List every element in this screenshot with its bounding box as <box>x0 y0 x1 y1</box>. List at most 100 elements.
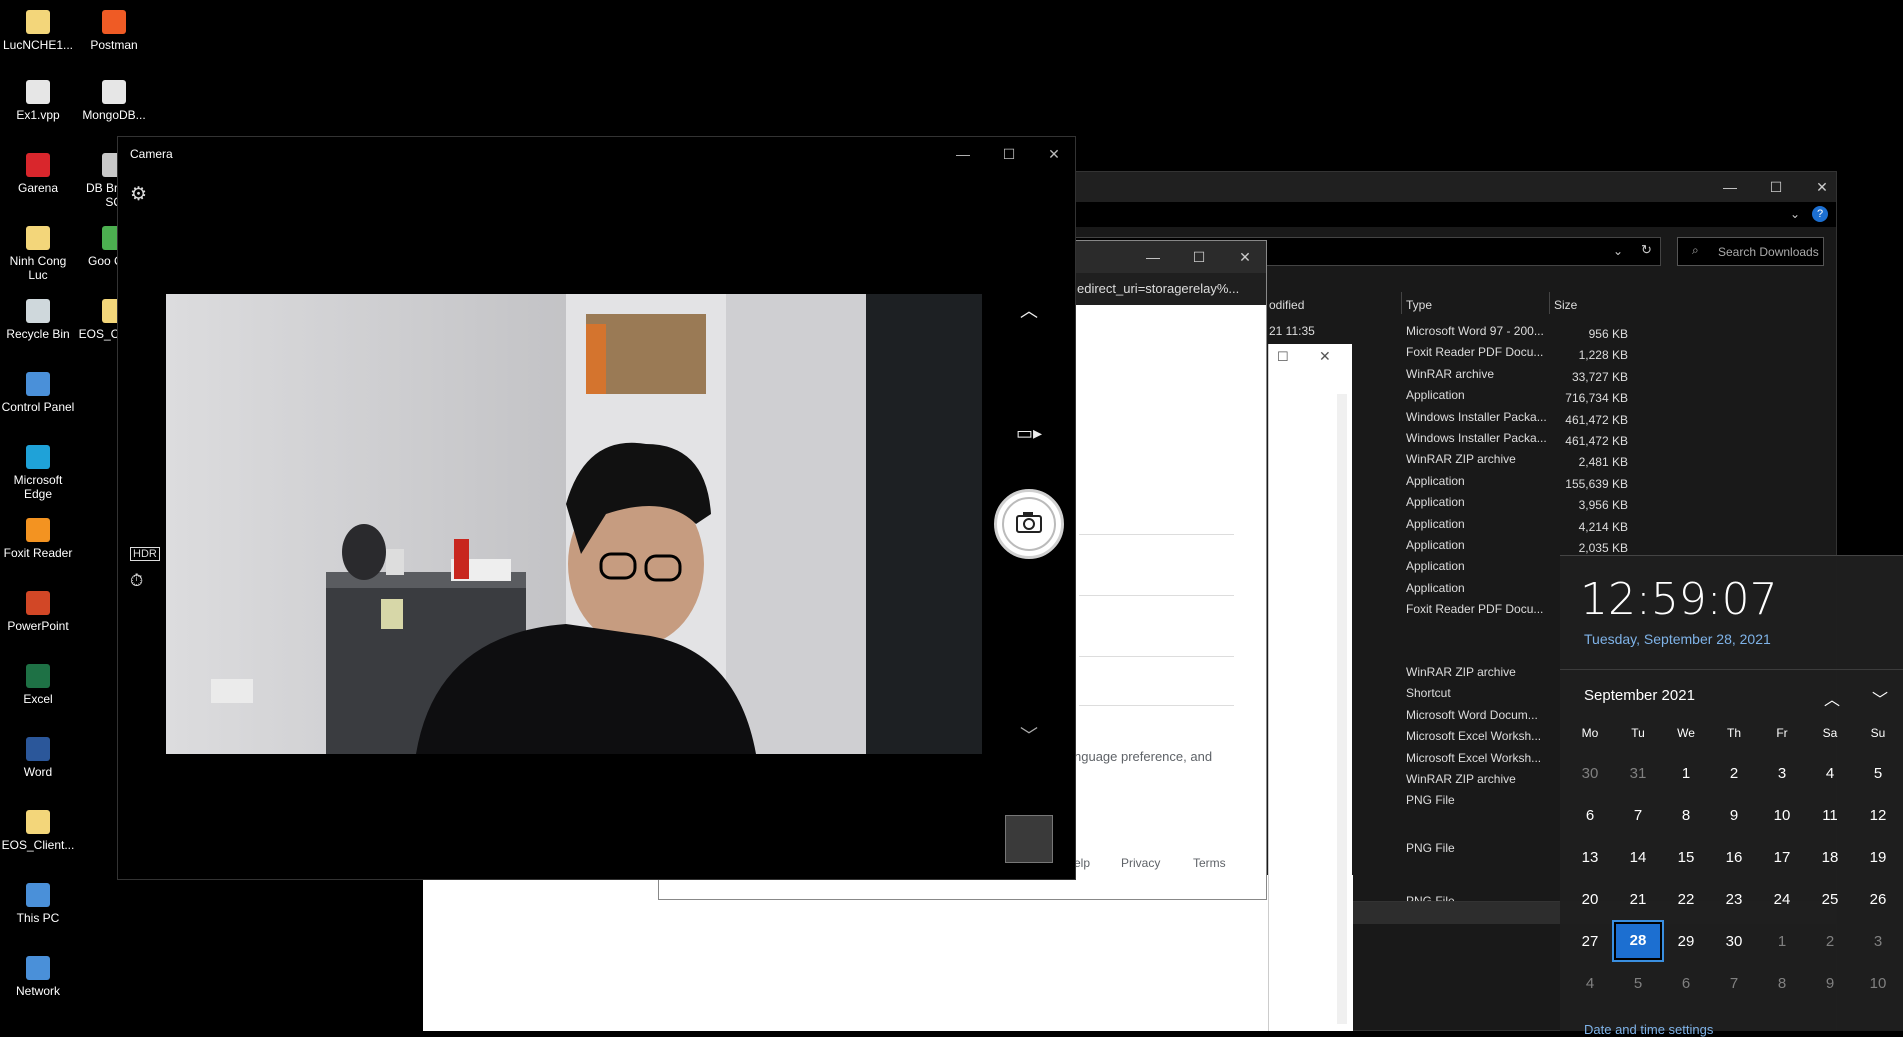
calendar-day[interactable]: 21 <box>1614 891 1662 908</box>
calendar-day[interactable]: 11 <box>1806 807 1854 824</box>
calendar-day[interactable]: 6 <box>1566 807 1614 824</box>
calendar-day[interactable]: 13 <box>1566 849 1614 866</box>
desktop-icon[interactable]: This PC <box>0 883 76 925</box>
close-button[interactable]: ✕ <box>1799 172 1845 202</box>
calendar-day[interactable]: 27 <box>1566 933 1614 950</box>
desktop-icon[interactable]: MongoDB... <box>76 80 152 122</box>
desktop-icon[interactable]: Ex1.vpp <box>0 80 76 122</box>
column-header-size[interactable]: Size <box>1554 298 1577 312</box>
calendar-day[interactable]: 15 <box>1662 849 1710 866</box>
calendar-day[interactable]: 8 <box>1758 975 1806 992</box>
maximize-button[interactable]: ☐ <box>986 137 1032 171</box>
desktop-icon[interactable]: Control Panel <box>0 372 76 414</box>
calendar-day[interactable]: 6 <box>1662 975 1710 992</box>
calendar-day[interactable]: 3 <box>1758 765 1806 782</box>
calendar-day[interactable]: 7 <box>1614 807 1662 824</box>
video-mode-icon[interactable]: ▭▸ <box>1016 423 1042 444</box>
file-row[interactable]: Microsoft Word 97 - 200... 956 KB <box>1406 324 1628 341</box>
file-row[interactable]: Microsoft Excel Worksh... <box>1406 729 1546 746</box>
calendar-day[interactable]: 22 <box>1662 891 1710 908</box>
chevron-up-icon[interactable]: ︿ <box>1020 297 1038 323</box>
calendar-day[interactable]: 10 <box>1854 975 1902 992</box>
desktop-icon[interactable]: Ninh Cong Luc <box>0 226 76 282</box>
calendar-day[interactable]: 9 <box>1806 975 1854 992</box>
chevron-down-icon[interactable]: ⌄ <box>1613 244 1623 258</box>
calendar-day[interactable]: 8 <box>1662 807 1710 824</box>
search-input[interactable]: ⌕ Search Downloads <box>1677 237 1824 266</box>
maximize-button[interactable]: ☐ <box>1176 241 1222 273</box>
calendar-day[interactable]: 19 <box>1854 849 1902 866</box>
refresh-icon[interactable]: ↻ <box>1641 242 1652 258</box>
scrollbar[interactable] <box>1337 394 1347 1024</box>
timer-icon[interactable]: ⏱ <box>130 571 143 591</box>
desktop-icon[interactable]: Garena <box>0 153 76 195</box>
calendar-day[interactable]: 25 <box>1806 891 1854 908</box>
file-row[interactable]: Windows Installer Packa... 461,472 KB <box>1406 410 1628 427</box>
calendar-day[interactable]: 18 <box>1806 849 1854 866</box>
calendar-day[interactable]: 20 <box>1566 891 1614 908</box>
hdr-icon[interactable]: HDR <box>130 547 160 561</box>
desktop-icon[interactable]: Microsoft Edge <box>0 445 76 501</box>
minimize-button[interactable]: — <box>1130 241 1176 273</box>
file-row[interactable]: Application 4,214 KB <box>1406 517 1628 534</box>
calendar-day[interactable]: 5 <box>1614 975 1662 992</box>
column-header-modified[interactable]: odified <box>1269 298 1304 312</box>
file-row[interactable]: PNG File <box>1406 841 1546 858</box>
photo-thumbnail[interactable] <box>1005 815 1053 863</box>
help-link[interactable]: elp <box>1074 856 1090 870</box>
help-icon[interactable]: ? <box>1812 206 1828 222</box>
file-row[interactable]: WinRAR ZIP archive <box>1406 665 1546 682</box>
desktop-icon[interactable]: Foxit Reader <box>0 518 76 560</box>
desktop-icon[interactable]: Postman <box>76 10 152 52</box>
calendar-day[interactable]: 2 <box>1710 765 1758 782</box>
file-row[interactable]: WinRAR ZIP archive <box>1406 772 1546 789</box>
column-header-type[interactable]: Type <box>1406 298 1432 312</box>
minimize-button[interactable]: — <box>940 137 986 171</box>
file-row[interactable]: WinRAR ZIP archive 2,481 KB <box>1406 452 1628 469</box>
calendar-day[interactable]: 23 <box>1710 891 1758 908</box>
desktop-icon[interactable]: PowerPoint <box>0 591 76 633</box>
chevron-down-icon[interactable]: ⌄ <box>1790 207 1800 221</box>
clock-date[interactable]: Tuesday, September 28, 2021 <box>1584 631 1771 647</box>
file-row[interactable]: Microsoft Word Docum... <box>1406 708 1546 725</box>
chevron-down-icon[interactable]: ﹀ <box>1872 686 1888 710</box>
date-time-settings-link[interactable]: Date and time settings <box>1584 1022 1713 1037</box>
calendar-day[interactable]: 24 <box>1758 891 1806 908</box>
take-photo-button[interactable] <box>994 489 1064 559</box>
desktop-icon[interactable]: EOS_Client... <box>0 810 76 852</box>
calendar-day[interactable]: 7 <box>1710 975 1758 992</box>
calendar-day[interactable]: 4 <box>1806 765 1854 782</box>
file-row[interactable]: Application 3,956 KB <box>1406 495 1628 512</box>
calendar-day[interactable]: 17 <box>1758 849 1806 866</box>
calendar-day[interactable]: 28 <box>1612 920 1664 962</box>
file-row[interactable]: WinRAR archive 33,727 KB <box>1406 367 1628 384</box>
gear-icon[interactable]: ⚙ <box>130 183 147 206</box>
desktop-icon[interactable]: Network <box>0 956 76 998</box>
file-row[interactable]: Windows Installer Packa... 461,472 KB <box>1406 431 1628 448</box>
terms-link[interactable]: Terms <box>1193 856 1226 870</box>
file-row[interactable]: PNG File <box>1406 793 1546 810</box>
maximize-button[interactable]: ☐ <box>1277 349 1289 365</box>
maximize-button[interactable]: ☐ <box>1753 172 1799 202</box>
desktop-icon[interactable]: LucNCHE1... <box>0 10 76 52</box>
calendar-day[interactable]: 1 <box>1758 933 1806 950</box>
calendar-day[interactable]: 26 <box>1854 891 1902 908</box>
calendar-day[interactable]: 30 <box>1566 765 1614 782</box>
file-row[interactable]: Application 155,639 KB <box>1406 474 1628 491</box>
calendar-day[interactable]: 1 <box>1662 765 1710 782</box>
calendar-day[interactable]: 9 <box>1710 807 1758 824</box>
calendar-day[interactable]: 12 <box>1854 807 1902 824</box>
file-row[interactable]: Application 2,035 KB <box>1406 538 1628 555</box>
close-button[interactable]: ✕ <box>1031 137 1077 171</box>
calendar-month[interactable]: September 2021 <box>1584 687 1695 704</box>
file-row[interactable]: Shortcut <box>1406 686 1546 703</box>
calendar-day[interactable]: 10 <box>1758 807 1806 824</box>
calendar-day[interactable]: 14 <box>1614 849 1662 866</box>
file-row[interactable]: Microsoft Excel Worksh... <box>1406 751 1546 768</box>
file-row[interactable]: Application 716,734 KB <box>1406 388 1628 405</box>
file-row[interactable]: Foxit Reader PDF Docu... 1,228 KB <box>1406 345 1628 362</box>
calendar-day[interactable]: 3 <box>1854 933 1902 950</box>
desktop-icon[interactable]: Recycle Bin <box>0 299 76 341</box>
calendar-day[interactable]: 31 <box>1614 765 1662 782</box>
close-button[interactable]: ✕ <box>1222 241 1268 273</box>
